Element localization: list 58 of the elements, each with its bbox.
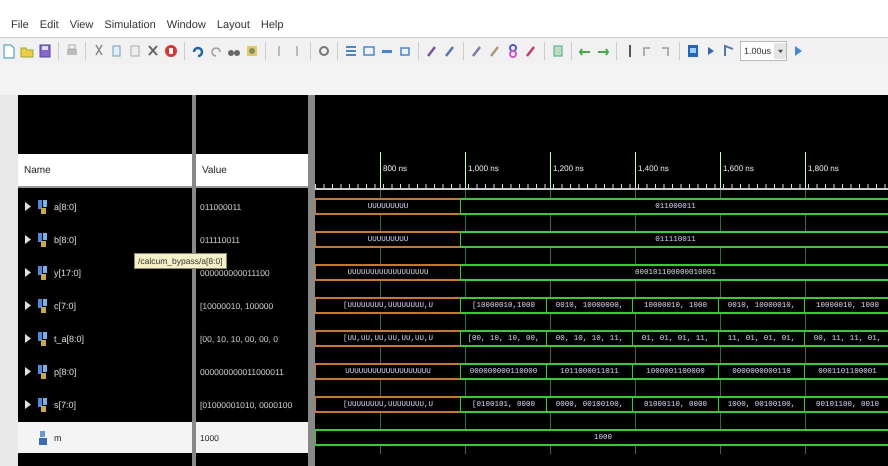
find-icon[interactable]	[245, 43, 259, 59]
bus-signal-icon	[37, 330, 49, 346]
expand-arrow-icon[interactable]	[24, 367, 32, 376]
menu-item[interactable]: Simulation	[103, 17, 157, 33]
signal-name[interactable]: p[8:0]	[54, 366, 77, 376]
tooltip: /calcum_bypass/a[8:0]	[134, 253, 227, 269]
column-header[interactable]: Value	[196, 154, 308, 188]
expand-arrow-icon[interactable]	[24, 334, 32, 343]
ruler-label: 1,400 ns	[635, 152, 720, 188]
grid-icon[interactable]	[551, 43, 565, 59]
expand-arrow-icon[interactable]	[24, 400, 32, 409]
page-icon[interactable]	[2, 43, 16, 59]
bus-signal-icon	[37, 232, 49, 248]
menu-item[interactable]: Help	[260, 17, 284, 33]
signal-name[interactable]: s[7:0]	[54, 400, 76, 410]
signal-value: 1000	[196, 422, 308, 453]
signal-value: [10000010, 100000	[199, 300, 274, 313]
signal-value: 000000000011000011	[199, 366, 285, 378]
ruler-label: 1,800 ns	[805, 152, 888, 188]
bus-signal-icon	[37, 396, 49, 412]
run-icon[interactable]	[722, 43, 736, 59]
expand-arrow-icon[interactable]	[24, 268, 32, 277]
bus-signal-icon	[37, 264, 49, 280]
expand-arrow-icon[interactable]	[24, 301, 32, 310]
ruler-label: 1,600 ns	[720, 152, 805, 188]
menu-item[interactable]: Window	[166, 17, 207, 33]
signal-name[interactable]: m	[54, 432, 62, 442]
column-header[interactable]: Name	[18, 154, 192, 188]
link-icon[interactable]	[506, 43, 520, 59]
expand-arrow-icon[interactable]	[24, 202, 32, 211]
expand-icon[interactable]	[344, 43, 358, 59]
signal-name[interactable]: y[17:0]	[54, 268, 82, 278]
signal-name[interactable]: b[8:0]	[54, 234, 77, 244]
dropdown-caret-icon[interactable]	[774, 43, 786, 59]
menu-item[interactable]: View	[68, 17, 94, 33]
ruler-label: 1,200 ns	[550, 152, 635, 188]
signal-icon	[37, 430, 49, 446]
bus-signal-icon	[37, 298, 49, 314]
expand-arrow-icon[interactable]	[24, 235, 32, 244]
ruler-label: 1,000 ns	[465, 152, 550, 188]
save-icon[interactable]	[38, 43, 52, 59]
ruler-label: 800 ns	[380, 152, 465, 188]
signal-value: 011110011	[199, 234, 242, 246]
menu-item[interactable]: Layout	[216, 17, 251, 33]
zoom-icon[interactable]	[317, 43, 331, 59]
bus-signal-icon	[37, 364, 49, 380]
monitor-icon[interactable]	[686, 43, 700, 59]
signal-name[interactable]: a[8:0]	[54, 202, 77, 212]
menu-item[interactable]: File	[10, 17, 30, 33]
menu-item[interactable]: Edit	[38, 17, 60, 33]
bus-signal-icon	[37, 198, 49, 214]
signal-value: 011000011	[199, 200, 242, 214]
signal-name[interactable]: t_a[8:0]	[54, 334, 84, 344]
signal-value: [00, 10, 10, 00, 00, 0	[199, 332, 279, 346]
signal-value: [01000001010, 0000100	[199, 398, 294, 412]
run-time-field[interactable]: 1.00us	[740, 41, 788, 61]
stop-icon[interactable]	[164, 43, 178, 59]
signal-name[interactable]: c[7:0]	[54, 300, 76, 310]
